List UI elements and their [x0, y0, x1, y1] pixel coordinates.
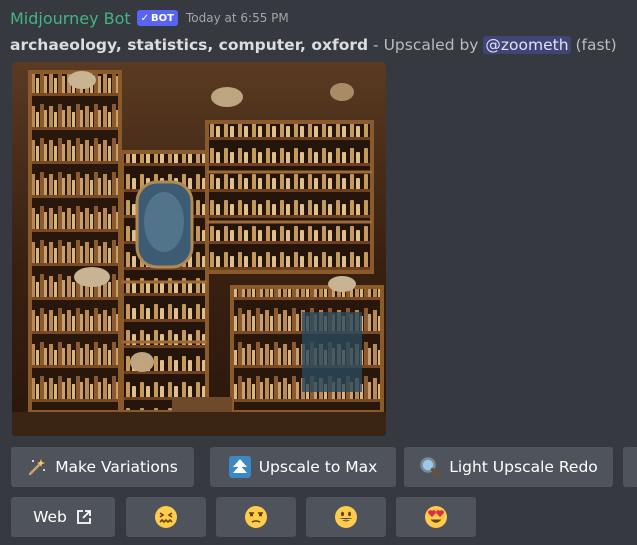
web-label: Web	[33, 508, 67, 526]
upscaled-by-text: Upscaled by	[383, 36, 484, 54]
confounded-face-emoji	[154, 505, 178, 529]
heart-eyes-emoji	[424, 505, 448, 529]
make-variations-label: Make Variations	[55, 458, 178, 476]
message-header: Midjourney Bot ✓ BOT Today at 6:55 PM	[10, 7, 637, 29]
heart-eyes-emoji-button[interactable]	[396, 497, 476, 537]
confounded-emoji-button[interactable]	[126, 497, 206, 537]
author-name[interactable]: Midjourney Bot	[10, 9, 131, 28]
upscale-to-max-button[interactable]: Upscale to Max	[210, 447, 396, 487]
bot-tag: ✓ BOT	[136, 10, 178, 26]
speed-text: (fast)	[570, 36, 617, 54]
magic-wand-icon	[27, 457, 47, 477]
external-link-icon	[75, 508, 93, 526]
separator: -	[368, 36, 384, 54]
message-content: archaeology, statistics, computer, oxfor…	[10, 34, 637, 56]
make-variations-button[interactable]: Make Variations	[11, 447, 194, 487]
generated-image[interactable]	[12, 62, 386, 436]
upscale-to-max-label: Upscale to Max	[258, 458, 378, 476]
light-upscale-redo-button[interactable]: Light Upscale Redo	[404, 447, 613, 487]
prompt-text: archaeology, statistics, computer, oxfor…	[10, 36, 369, 54]
web-link-button[interactable]: Web	[11, 497, 115, 537]
check-icon: ✓	[140, 12, 150, 24]
upscale-arrow-icon	[228, 456, 251, 478]
unamused-emoji-button[interactable]	[216, 497, 296, 537]
light-upscale-redo-label: Light Upscale Redo	[449, 458, 598, 476]
user-mention[interactable]: @zoometh	[483, 36, 571, 54]
overflow-button[interactable]	[623, 447, 637, 487]
unamused-face-emoji	[244, 505, 268, 529]
magnifier-icon	[419, 456, 441, 478]
cabinet-illustration	[12, 62, 386, 436]
grinning-emoji-button[interactable]	[306, 497, 386, 537]
grinning-face-emoji	[334, 505, 358, 529]
message: Midjourney Bot ✓ BOT Today at 6:55 PM ar…	[10, 7, 637, 56]
bot-tag-label: BOT	[151, 12, 174, 24]
timestamp[interactable]: Today at 6:55 PM	[186, 11, 289, 25]
